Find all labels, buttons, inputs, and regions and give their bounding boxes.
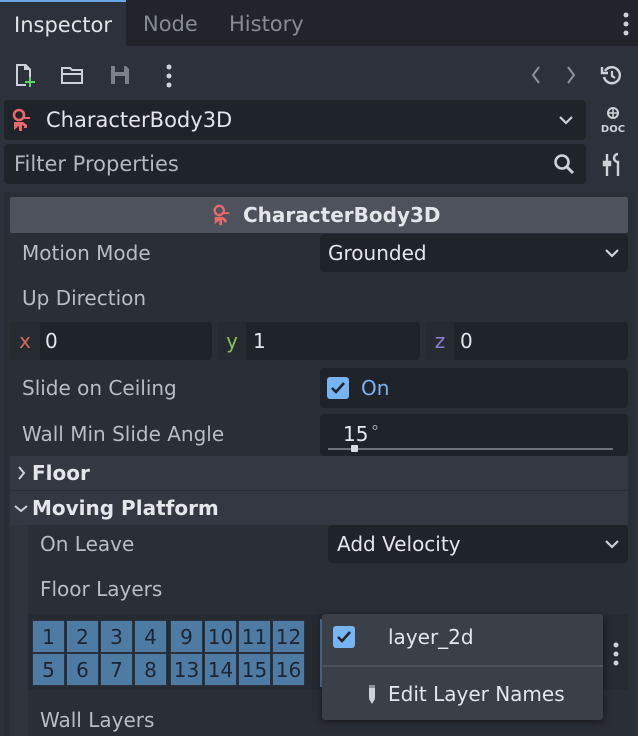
- chevron-right-icon: [14, 464, 30, 482]
- layer-cell[interactable]: 3: [100, 620, 133, 653]
- slide-on-ceiling-value: On: [361, 376, 390, 400]
- layer-cell[interactable]: 10: [204, 620, 237, 653]
- chevron-down-icon: [556, 110, 576, 130]
- chevron-down-icon: [602, 535, 622, 553]
- tab-node[interactable]: Node: [143, 0, 198, 46]
- layer-cell[interactable]: 5: [32, 653, 65, 686]
- x-value: 0: [45, 329, 58, 353]
- layer-cell[interactable]: 12: [272, 620, 305, 653]
- node-name: CharacterBody3D: [46, 108, 233, 132]
- history-back-icon[interactable]: [525, 62, 547, 88]
- z-axis-label: z: [426, 322, 454, 360]
- tab-inspector[interactable]: Inspector: [0, 0, 126, 46]
- chevron-down-icon: [12, 501, 30, 517]
- open-documentation-icon[interactable]: DOC: [596, 104, 630, 136]
- layer-cell[interactable]: 15: [238, 653, 271, 686]
- tools-icon[interactable]: [598, 150, 628, 180]
- layer-cell[interactable]: 8: [134, 653, 167, 686]
- popup-separator: [322, 665, 603, 667]
- motion-mode-dropdown[interactable]: Grounded: [320, 234, 628, 272]
- on-leave-dropdown[interactable]: Add Velocity: [328, 525, 628, 563]
- object-history-icon[interactable]: [598, 62, 626, 88]
- search-icon: [552, 152, 576, 176]
- layer-cell[interactable]: 13: [170, 653, 203, 686]
- slider-grabber[interactable]: [350, 445, 358, 452]
- layer-cell[interactable]: 16: [272, 653, 305, 686]
- up-direction-y-field[interactable]: y 1: [218, 322, 420, 360]
- y-value: 1: [253, 329, 266, 353]
- motion-mode-label: Motion Mode: [22, 241, 151, 265]
- z-value: 0: [460, 329, 473, 353]
- layer-cell[interactable]: 1: [32, 620, 65, 653]
- layer-cell[interactable]: 6: [66, 653, 99, 686]
- layer-cell[interactable]: 9: [170, 620, 203, 653]
- filter-placeholder: Filter Properties: [14, 152, 179, 176]
- layer-cell[interactable]: 11: [238, 620, 271, 653]
- svg-text:DOC: DOC: [601, 124, 625, 135]
- up-direction-label: Up Direction: [22, 286, 147, 310]
- popup-item-edit-layer-names[interactable]: Edit Layer Names: [322, 670, 603, 718]
- wall-min-slide-angle-label: Wall Min Slide Angle: [22, 422, 225, 446]
- floor-group-title: Floor: [32, 461, 90, 485]
- layer-cell[interactable]: 14: [204, 653, 237, 686]
- new-resource-icon[interactable]: [12, 62, 38, 88]
- up-direction-x-field[interactable]: x 0: [10, 322, 212, 360]
- dock-tab-bar: Inspector Node History: [0, 0, 638, 46]
- dock-menu-icon[interactable]: [618, 10, 634, 38]
- angle-unit: °: [371, 422, 379, 441]
- section-title: CharacterBody3D: [243, 203, 441, 227]
- floor-layers-label: Floor Layers: [40, 577, 163, 601]
- layer-menu-icon[interactable]: [609, 640, 623, 668]
- up-direction-z-field[interactable]: z 0: [426, 322, 628, 360]
- slide-on-ceiling-checkbox[interactable]: On: [320, 368, 628, 408]
- slide-on-ceiling-label: Slide on Ceiling: [22, 376, 177, 400]
- open-folder-icon[interactable]: [60, 62, 86, 88]
- on-leave-value: Add Velocity: [337, 532, 461, 556]
- motion-mode-value: Grounded: [328, 241, 427, 265]
- layer-cell[interactable]: 7: [100, 653, 133, 686]
- on-leave-label: On Leave: [40, 532, 135, 556]
- wall-layers-label: Wall Layers: [40, 708, 155, 732]
- popup-item-layer[interactable]: layer_2d: [322, 614, 603, 664]
- save-icon[interactable]: [107, 62, 133, 88]
- popup-layer-label: layer_2d: [388, 625, 474, 649]
- moving-platform-group-header[interactable]: Moving Platform: [10, 491, 628, 525]
- floor-group-header[interactable]: Floor: [10, 456, 628, 490]
- checkbox-checked-icon: [327, 377, 349, 399]
- filter-properties-input[interactable]: Filter Properties: [4, 144, 586, 184]
- layers-popup-menu: layer_2d Edit Layer Names: [322, 614, 603, 720]
- moving-platform-group-title: Moving Platform: [32, 496, 219, 520]
- node-selector[interactable]: CharacterBody3D: [4, 100, 586, 140]
- chevron-down-icon: [602, 244, 622, 262]
- characterbody3d-icon: [10, 108, 34, 132]
- checkbox-checked-icon: [333, 626, 355, 648]
- group-indent-bar: [10, 525, 28, 736]
- tab-history[interactable]: History: [229, 0, 304, 46]
- layer-cell[interactable]: 4: [134, 620, 167, 653]
- popup-edit-label: Edit Layer Names: [388, 682, 565, 706]
- x-axis-label: x: [10, 322, 40, 360]
- y-axis-label: y: [218, 322, 246, 360]
- more-options-icon[interactable]: [160, 62, 178, 90]
- class-section-header[interactable]: CharacterBody3D: [10, 197, 628, 233]
- characterbody3d-section-icon: [210, 203, 234, 227]
- history-forward-icon[interactable]: [560, 62, 582, 88]
- layer-cell[interactable]: 2: [66, 620, 99, 653]
- slider-track: [328, 448, 613, 450]
- wall-min-slide-angle-slider[interactable]: 15 °: [320, 414, 628, 456]
- edit-pencil-icon: [364, 682, 380, 706]
- angle-value: 15: [343, 422, 369, 446]
